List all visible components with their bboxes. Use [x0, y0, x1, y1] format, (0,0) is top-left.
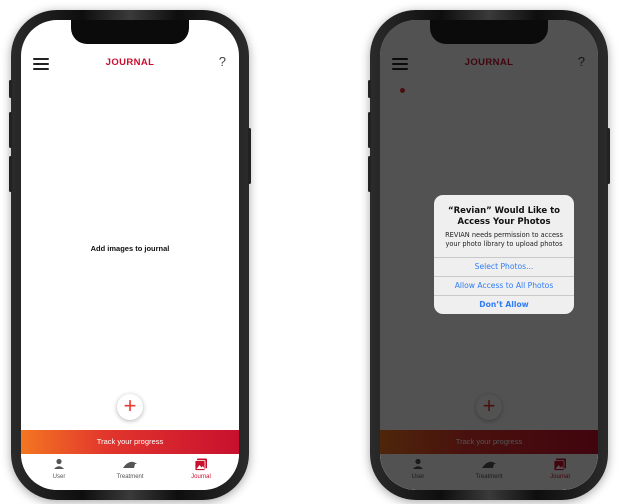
- dont-allow-button[interactable]: Don’t Allow: [434, 295, 574, 314]
- volume-up-button: [9, 112, 12, 148]
- screen-journal: JOURNAL ? Add images to journal + Track …: [21, 20, 239, 490]
- tab-user[interactable]: User: [29, 454, 89, 490]
- alert-title: “Revian” Would Like to Access Your Photo…: [448, 206, 560, 227]
- photo-permission-alert: “Revian” Would Like to Access Your Photo…: [434, 195, 574, 315]
- volume-up-button: [368, 112, 371, 148]
- journal-photos-icon: [194, 458, 207, 471]
- tab-label: User: [52, 474, 66, 480]
- tab-label: Treatment: [116, 474, 144, 480]
- plus-icon: +: [123, 393, 137, 418]
- track-progress-bar[interactable]: Track your progress: [21, 430, 239, 454]
- phone-frame-left: JOURNAL ? Add images to journal + Track …: [9, 10, 251, 500]
- tab-bar: User Treatment Journal: [21, 454, 239, 490]
- notch: [430, 20, 548, 44]
- add-image-button[interactable]: +: [117, 394, 143, 420]
- volume-down-button: [368, 156, 371, 192]
- top-bar: JOURNAL ?: [21, 54, 239, 80]
- notch: [71, 20, 189, 44]
- phone-frame-right: JOURNAL ? + Track your progress User Tre…: [368, 10, 610, 500]
- mute-switch: [9, 80, 12, 98]
- allow-all-photos-button[interactable]: Allow Access to All Photos: [434, 276, 574, 295]
- help-icon[interactable]: ?: [219, 54, 226, 69]
- power-button: [607, 128, 610, 184]
- treatment-device-icon: [123, 461, 137, 468]
- volume-down-button: [9, 156, 12, 192]
- user-icon: [54, 458, 64, 469]
- screen-journal-permission: JOURNAL ? + Track your progress User Tre…: [380, 20, 598, 490]
- tab-treatment[interactable]: Treatment: [100, 454, 160, 490]
- empty-journal-text: Add images to journal: [90, 244, 170, 253]
- power-button: [248, 128, 251, 184]
- tab-label: Journal: [191, 474, 211, 480]
- mute-switch: [368, 80, 371, 98]
- page-title: JOURNAL: [105, 57, 155, 68]
- alert-message: REVIAN needs permission to access your p…: [445, 231, 563, 248]
- tab-journal[interactable]: Journal: [171, 454, 231, 490]
- select-photos-button[interactable]: Select Photos...: [434, 257, 574, 276]
